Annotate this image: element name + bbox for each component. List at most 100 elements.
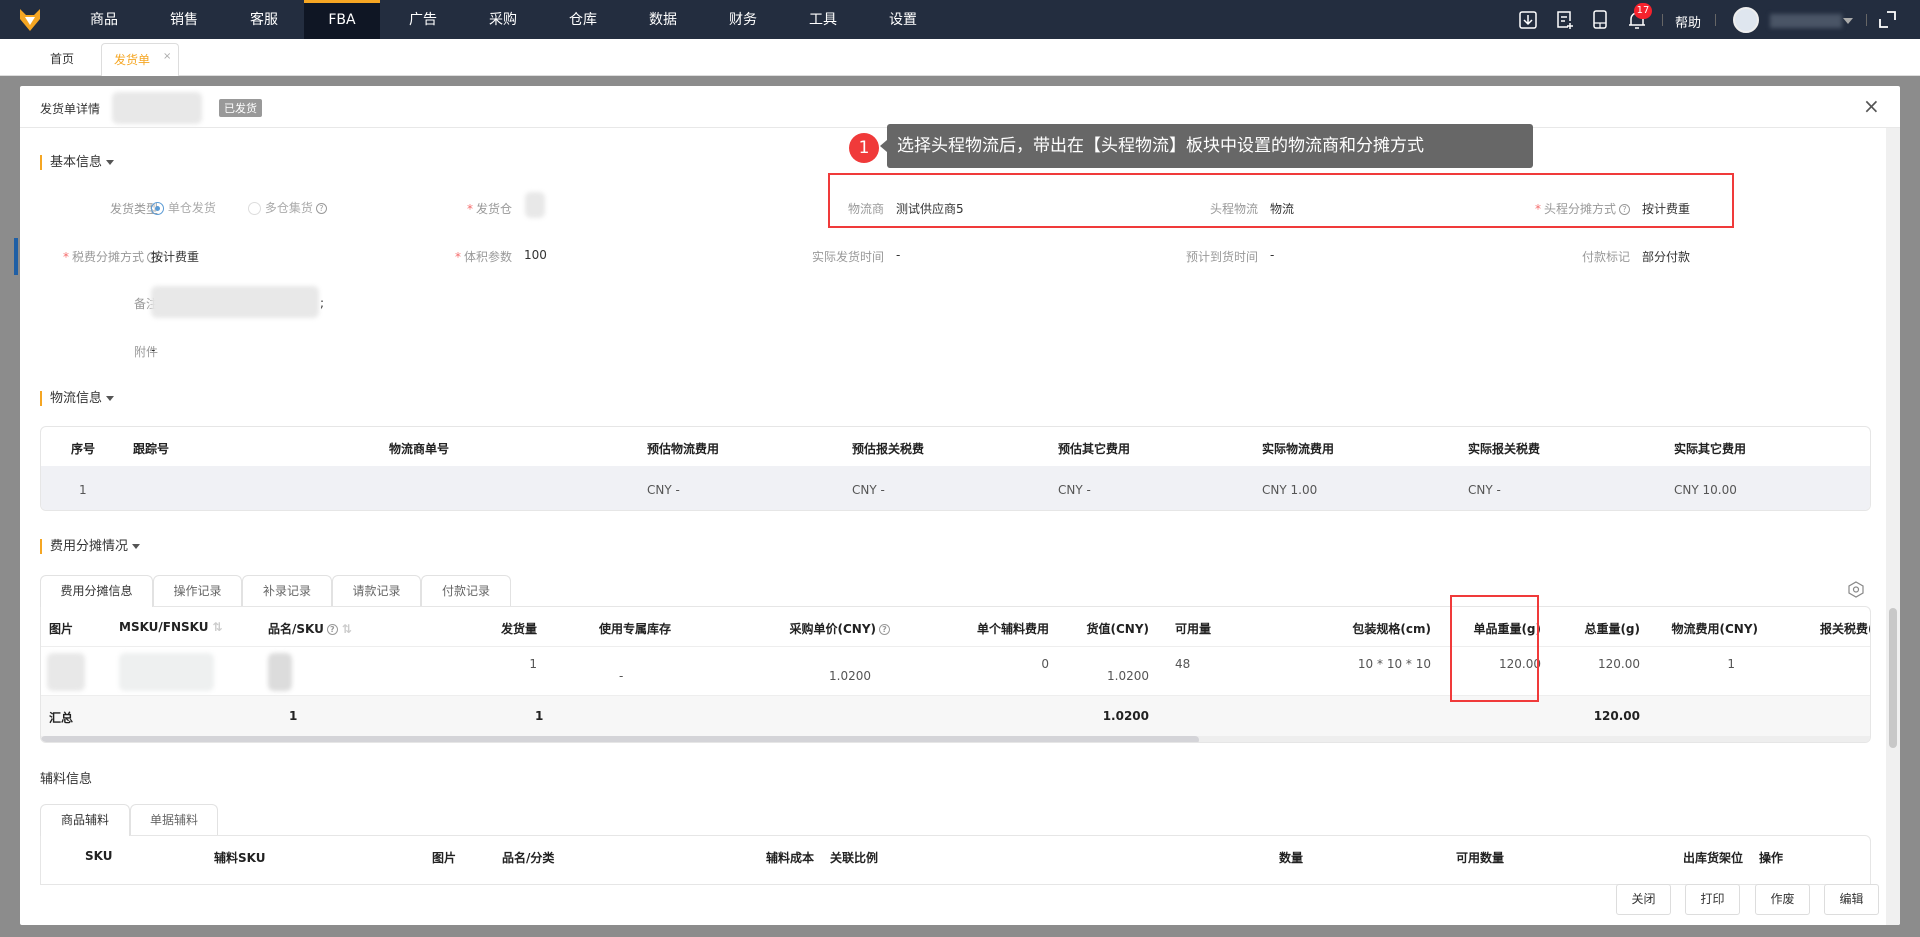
nav-item-warehouse[interactable]: 仓库 xyxy=(543,0,623,39)
col-header: 物流费用(CNY) xyxy=(1671,622,1758,636)
sort-icon: ⇅ xyxy=(212,620,223,634)
nav-item-ads[interactable]: 广告 xyxy=(383,0,463,39)
void-button[interactable]: 作废 xyxy=(1755,884,1810,915)
order-number-redacted xyxy=(112,92,202,124)
table-row xyxy=(41,466,1870,510)
cell: CNY 1.00 xyxy=(1262,483,1318,497)
product-image-redacted xyxy=(47,653,85,691)
col-header: 数量 xyxy=(1279,851,1304,865)
tab-shipment[interactable]: 发货单 × xyxy=(101,43,179,76)
tax-alloc-value: 按计费重 xyxy=(151,250,200,264)
annotation-tooltip: 选择头程物流后，带出在【头程物流】板块中设置的物流商和分摊方式 xyxy=(887,124,1533,168)
section-title: 物流信息 xyxy=(50,391,103,406)
print-button[interactable]: 打印 xyxy=(1685,884,1740,915)
mobile-icon[interactable] xyxy=(1593,10,1607,29)
tab-shipment-label: 发货单 xyxy=(114,53,151,67)
cell-package: 10 * 10 * 10 xyxy=(1357,657,1431,671)
expand-icon[interactable] xyxy=(1879,11,1896,28)
first-leg-label: 头程物流 xyxy=(1209,202,1258,216)
chevron-down-icon[interactable] xyxy=(1843,18,1853,24)
col-header: 使用专属库存 xyxy=(599,622,672,636)
cell-qty: 1 xyxy=(529,657,537,671)
col-header: 预估物流费用 xyxy=(647,442,720,456)
step-number-badge: 1 xyxy=(849,133,879,163)
scrollbar[interactable] xyxy=(1886,128,1900,925)
section-logistics[interactable]: 物流信息 xyxy=(40,391,115,406)
download-icon[interactable] xyxy=(1519,11,1537,29)
tab-order-aux[interactable]: 单据辅料 xyxy=(130,804,218,835)
username-redacted[interactable] xyxy=(1770,14,1842,28)
col-header: 辅料SKU xyxy=(214,851,266,865)
col-header: 实际物流费用 xyxy=(1262,442,1335,456)
tab-cost-info[interactable]: 费用分摊信息 xyxy=(40,575,153,607)
col-header: 实际报关税费 xyxy=(1468,442,1541,456)
volume-label: * 体积参数 xyxy=(454,250,512,264)
payment-label: 付款标记 xyxy=(1581,250,1630,264)
tab-request-log[interactable]: 请款记录 xyxy=(332,575,421,606)
total-label: 汇总 xyxy=(49,711,74,725)
nav-item-fba[interactable]: FBA xyxy=(304,0,380,39)
tab-operation-log[interactable]: 操作记录 xyxy=(153,575,242,606)
help-link[interactable]: 帮助 xyxy=(1675,12,1701,31)
radio-single-warehouse[interactable]: 单仓发货 xyxy=(151,199,216,216)
nav-item-data[interactable]: 数据 xyxy=(623,0,703,39)
total-msku: 1 xyxy=(289,709,298,723)
tab-supplement-log[interactable]: 补录记录 xyxy=(242,575,332,606)
tab-payment-log[interactable]: 付款记录 xyxy=(421,575,511,606)
cell-available: 48 xyxy=(1175,657,1191,671)
section-cost-allocation[interactable]: 费用分摊情况 xyxy=(40,539,141,554)
notification-badge: 17 xyxy=(1634,3,1652,19)
payment-value: 部分付款 xyxy=(1642,250,1691,264)
cell-unit-price: 1.0200 xyxy=(829,669,871,683)
close-button[interactable]: 关闭 xyxy=(1616,884,1671,915)
close-icon[interactable]: × xyxy=(163,51,171,62)
msku-redacted xyxy=(119,653,214,691)
col-header: 图片 xyxy=(49,622,74,636)
help-icon[interactable]: ? xyxy=(315,203,327,214)
col-header[interactable]: MSKU/FNSKU ⇅ xyxy=(119,620,223,634)
warehouse-value-redacted xyxy=(525,192,545,218)
tooltip-arrow xyxy=(880,140,887,152)
nav-item-settings[interactable]: 设置 xyxy=(863,0,943,39)
divider xyxy=(1715,14,1716,26)
col-header: 采购单价(CNY)? xyxy=(789,620,890,637)
col-header: 包装规格(cm) xyxy=(1352,622,1431,636)
caret-down-icon xyxy=(106,160,115,165)
settings-icon[interactable] xyxy=(1848,581,1864,598)
status-badge: 已发货 xyxy=(219,99,262,117)
caret-down-icon xyxy=(132,544,141,549)
nav-item-finance[interactable]: 财务 xyxy=(703,0,783,39)
nav-item-purchase[interactable]: 采购 xyxy=(463,0,543,39)
page-tabs: 首页 发货单 × xyxy=(0,39,1920,76)
carrier-label: 物流商 xyxy=(847,202,884,216)
modal-title: 发货单详情 xyxy=(40,102,101,116)
actual-ship-label: 实际发货时间 xyxy=(811,250,884,264)
tab-home[interactable]: 首页 xyxy=(50,50,74,67)
highlight-box xyxy=(1450,595,1539,702)
section-basic-info[interactable]: 基本信息 xyxy=(40,155,115,170)
horizontal-scrollbar[interactable] xyxy=(41,736,1870,742)
cost-table: 图片 MSKU/FNSKU ⇅ 品名/SKU? ⇅ 发货量 使用专属库存 采购单价(… xyxy=(40,606,1871,743)
cell-goods-value: 1.0200 xyxy=(1107,669,1149,683)
col-header[interactable]: 品名/SKU? ⇅ xyxy=(268,620,352,637)
cell-exclusive: - xyxy=(619,669,624,683)
nav-item-tools[interactable]: 工具 xyxy=(783,0,863,39)
user-avatar-icon[interactable] xyxy=(1733,7,1759,33)
sku-redacted xyxy=(268,653,292,691)
cell-logistics-fee: 1 xyxy=(1727,657,1735,671)
help-icon[interactable]: ? xyxy=(1619,204,1630,215)
close-icon[interactable]: × xyxy=(1863,94,1880,118)
nav-item-products[interactable]: 商品 xyxy=(64,0,144,39)
section-aux-info: 辅料信息 xyxy=(40,772,93,787)
tab-product-aux[interactable]: 商品辅料 xyxy=(40,804,130,836)
nav-item-sales[interactable]: 销售 xyxy=(144,0,224,39)
edit-button[interactable]: 编辑 xyxy=(1824,884,1879,915)
radio-multi-warehouse[interactable]: 多仓集货? xyxy=(248,199,327,216)
first-leg-alloc-label: * 头程分摊方式? xyxy=(1535,200,1630,217)
document-add-icon[interactable] xyxy=(1556,11,1574,30)
nav-item-service[interactable]: 客服 xyxy=(224,0,304,39)
col-header: 序号 xyxy=(71,442,96,456)
total-weight: 120.00 xyxy=(1593,709,1640,723)
radio-label: 多仓集货 xyxy=(264,201,313,215)
col-header: 报关税费( xyxy=(1820,622,1871,636)
